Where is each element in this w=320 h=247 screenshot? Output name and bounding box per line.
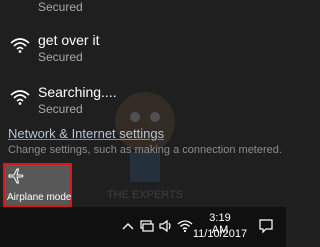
network-settings-link[interactable]: Network & Internet settings [8, 126, 164, 141]
watermark-text: THE EXPERTS [107, 189, 183, 201]
wifi-icon [10, 37, 30, 53]
chevron-up-icon[interactable] [120, 218, 136, 234]
network-status: Secured [38, 50, 83, 64]
wifi-icon [10, 89, 30, 105]
network-settings-description: Change settings, such as making a connec… [8, 144, 282, 156]
volume-icon[interactable] [158, 218, 174, 234]
wifi-tray-icon[interactable] [177, 218, 193, 234]
action-center-icon[interactable] [258, 218, 274, 234]
network-flyout: Secured get over it Secured Searching...… [0, 0, 286, 207]
network-icon[interactable] [139, 218, 155, 234]
network-name: Searching.... [38, 84, 117, 100]
network-status: Secured [38, 0, 83, 14]
taskbar: 3:19 AM 11/10/2017 [0, 207, 286, 247]
network-status: Secured [38, 102, 83, 116]
airplane-mode-label: Airplane mode [7, 192, 72, 203]
clock-date[interactable]: 11/10/2017 [192, 228, 248, 240]
airplane-mode-button[interactable]: Airplane mode [3, 163, 72, 207]
airplane-icon [8, 168, 24, 184]
network-name: get over it [38, 32, 100, 48]
